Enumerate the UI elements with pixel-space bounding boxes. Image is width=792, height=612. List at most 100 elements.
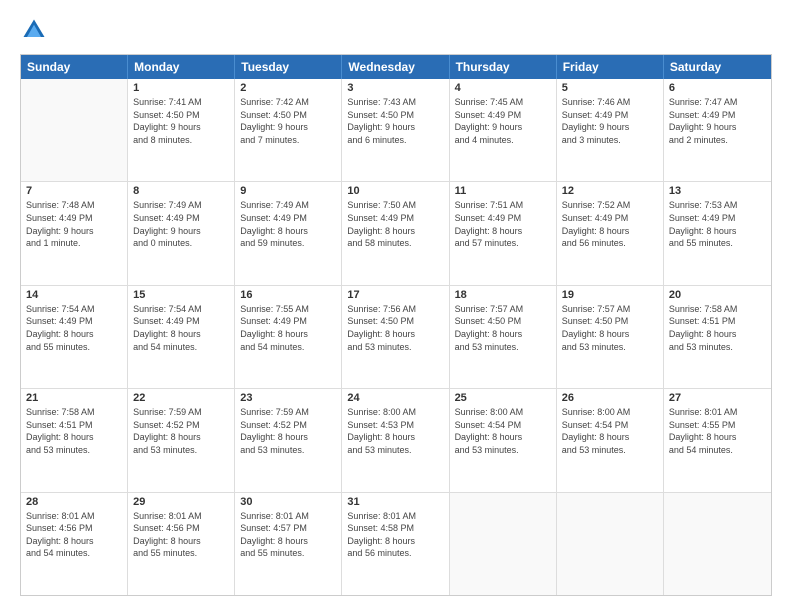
day-number: 18	[455, 289, 551, 301]
day-details: Sunrise: 7:48 AMSunset: 4:49 PMDaylight:…	[26, 199, 122, 249]
day-details: Sunrise: 7:54 AMSunset: 4:49 PMDaylight:…	[26, 303, 122, 353]
calendar-cell: 28Sunrise: 8:01 AMSunset: 4:56 PMDayligh…	[21, 493, 128, 595]
day-number: 4	[455, 82, 551, 94]
calendar-cell: 21 Sunrise: 7:58 AMSunset: 4:51 PMDayligh…	[21, 389, 128, 491]
day-details: Sunrise: 7:50 AMSunset: 4:49 PMDaylight:…	[347, 199, 443, 249]
day-number: 12	[562, 185, 658, 197]
day-number: 1	[133, 82, 229, 94]
calendar: SundayMondayTuesdayWednesdayThursdayFrid…	[20, 54, 772, 596]
calendar-row: 7 Sunrise: 7:48 AMSunset: 4:49 PMDaylight…	[21, 182, 771, 285]
calendar-cell: 14 Sunrise: 7:54 AMSunset: 4:49 PMDayligh…	[21, 286, 128, 388]
day-number: 31	[347, 496, 443, 508]
day-number: 3	[347, 82, 443, 94]
calendar-cell: 31 Sunrise: 8:01 AMSunset: 4:58 PMDayligh…	[342, 493, 449, 595]
day-number: 24	[347, 392, 443, 404]
day-details: Sunrise: 7:57 AMSunset: 4:50 PMDaylight:…	[562, 303, 658, 353]
day-number: 22	[133, 392, 229, 404]
day-details: Sunrise: 7:49 AMSunset: 4:49 PMDaylight:…	[133, 199, 229, 249]
day-number: 17	[347, 289, 443, 301]
day-details: Sunrise: 7:49 AMSunset: 4:49 PMDaylight:…	[240, 199, 336, 249]
day-number: 5	[562, 82, 658, 94]
calendar-cell	[21, 79, 128, 181]
calendar-cell: 30Sunrise: 8:01 AMSunset: 4:57 PMDayligh…	[235, 493, 342, 595]
calendar-cell: 10Sunrise: 7:50 AMSunset: 4:49 PMDayligh…	[342, 182, 449, 284]
calendar-header: SundayMondayTuesdayWednesdayThursdayFrid…	[21, 55, 771, 79]
calendar-cell: 1 Sunrise: 7:41 AMSunset: 4:50 PMDaylight…	[128, 79, 235, 181]
day-details: Sunrise: 8:01 AMSunset: 4:58 PMDaylight:…	[347, 510, 443, 560]
calendar-cell: 16 Sunrise: 7:55 AMSunset: 4:49 PMDayligh…	[235, 286, 342, 388]
calendar-cell: 8 Sunrise: 7:49 AMSunset: 4:49 PMDaylight…	[128, 182, 235, 284]
day-details: Sunrise: 7:58 AMSunset: 4:51 PMDaylight:…	[669, 303, 766, 353]
day-number: 23	[240, 392, 336, 404]
calendar-cell: 24 Sunrise: 8:00 AMSunset: 4:53 PMDayligh…	[342, 389, 449, 491]
calendar-header-day: Sunday	[21, 55, 128, 79]
day-details: Sunrise: 8:01 AMSunset: 4:55 PMDaylight:…	[669, 406, 766, 456]
day-details: Sunrise: 7:57 AMSunset: 4:50 PMDaylight:…	[455, 303, 551, 353]
day-details: Sunrise: 8:00 AMSunset: 4:54 PMDaylight:…	[455, 406, 551, 456]
day-number: 8	[133, 185, 229, 197]
day-number: 16	[240, 289, 336, 301]
logo	[20, 16, 52, 44]
day-details: Sunrise: 7:59 AMSunset: 4:52 PMDaylight:…	[133, 406, 229, 456]
calendar-cell: 18 Sunrise: 7:57 AMSunset: 4:50 PMDayligh…	[450, 286, 557, 388]
calendar-cell: 9 Sunrise: 7:49 AMSunset: 4:49 PMDaylight…	[235, 182, 342, 284]
day-details: Sunrise: 7:45 AMSunset: 4:49 PMDaylight:…	[455, 96, 551, 146]
day-number: 26	[562, 392, 658, 404]
day-number: 29	[133, 496, 229, 508]
day-details: Sunrise: 7:51 AMSunset: 4:49 PMDaylight:…	[455, 199, 551, 249]
day-details: Sunrise: 7:59 AMSunset: 4:52 PMDaylight:…	[240, 406, 336, 456]
day-number: 2	[240, 82, 336, 94]
calendar-cell: 23 Sunrise: 7:59 AMSunset: 4:52 PMDayligh…	[235, 389, 342, 491]
day-details: Sunrise: 7:42 AMSunset: 4:50 PMDaylight:…	[240, 96, 336, 146]
calendar-header-day: Thursday	[450, 55, 557, 79]
day-details: Sunrise: 7:58 AMSunset: 4:51 PMDaylight:…	[26, 406, 122, 456]
day-details: Sunrise: 7:46 AMSunset: 4:49 PMDaylight:…	[562, 96, 658, 146]
calendar-cell: 17 Sunrise: 7:56 AMSunset: 4:50 PMDayligh…	[342, 286, 449, 388]
logo-icon	[20, 16, 48, 44]
calendar-header-day: Friday	[557, 55, 664, 79]
day-number: 7	[26, 185, 122, 197]
calendar-cell: 5 Sunrise: 7:46 AMSunset: 4:49 PMDaylight…	[557, 79, 664, 181]
calendar-header-day: Monday	[128, 55, 235, 79]
day-details: Sunrise: 7:56 AMSunset: 4:50 PMDaylight:…	[347, 303, 443, 353]
day-details: Sunrise: 8:00 AMSunset: 4:53 PMDaylight:…	[347, 406, 443, 456]
day-details: Sunrise: 7:43 AMSunset: 4:50 PMDaylight:…	[347, 96, 443, 146]
calendar-body: 1 Sunrise: 7:41 AMSunset: 4:50 PMDaylight…	[21, 79, 771, 595]
calendar-cell: 26 Sunrise: 8:00 AMSunset: 4:54 PMDayligh…	[557, 389, 664, 491]
calendar-cell: 12 Sunrise: 7:52 AMSunset: 4:49 PMDayligh…	[557, 182, 664, 284]
day-number: 27	[669, 392, 766, 404]
day-number: 11	[455, 185, 551, 197]
day-details: Sunrise: 7:47 AMSunset: 4:49 PMDaylight:…	[669, 96, 766, 146]
day-details: Sunrise: 8:00 AMSunset: 4:54 PMDaylight:…	[562, 406, 658, 456]
day-details: Sunrise: 7:41 AMSunset: 4:50 PMDaylight:…	[133, 96, 229, 146]
calendar-row: 28Sunrise: 8:01 AMSunset: 4:56 PMDayligh…	[21, 493, 771, 595]
calendar-cell	[664, 493, 771, 595]
day-number: 14	[26, 289, 122, 301]
calendar-cell: 2 Sunrise: 7:42 AMSunset: 4:50 PMDaylight…	[235, 79, 342, 181]
calendar-cell	[557, 493, 664, 595]
page: SundayMondayTuesdayWednesdayThursdayFrid…	[0, 0, 792, 612]
calendar-header-day: Tuesday	[235, 55, 342, 79]
day-number: 25	[455, 392, 551, 404]
calendar-cell: 29Sunrise: 8:01 AMSunset: 4:56 PMDayligh…	[128, 493, 235, 595]
calendar-cell: 27 Sunrise: 8:01 AMSunset: 4:55 PMDayligh…	[664, 389, 771, 491]
day-details: Sunrise: 7:53 AMSunset: 4:49 PMDaylight:…	[669, 199, 766, 249]
day-number: 9	[240, 185, 336, 197]
calendar-cell: 22 Sunrise: 7:59 AMSunset: 4:52 PMDayligh…	[128, 389, 235, 491]
day-number: 15	[133, 289, 229, 301]
calendar-cell: 20Sunrise: 7:58 AMSunset: 4:51 PMDayligh…	[664, 286, 771, 388]
day-number: 6	[669, 82, 766, 94]
calendar-cell: 19 Sunrise: 7:57 AMSunset: 4:50 PMDayligh…	[557, 286, 664, 388]
calendar-header-day: Saturday	[664, 55, 771, 79]
day-details: Sunrise: 8:01 AMSunset: 4:57 PMDaylight:…	[240, 510, 336, 560]
calendar-cell: 4 Sunrise: 7:45 AMSunset: 4:49 PMDaylight…	[450, 79, 557, 181]
day-details: Sunrise: 7:55 AMSunset: 4:49 PMDaylight:…	[240, 303, 336, 353]
day-number: 28	[26, 496, 122, 508]
day-details: Sunrise: 7:52 AMSunset: 4:49 PMDaylight:…	[562, 199, 658, 249]
day-number: 21	[26, 392, 122, 404]
calendar-cell: 25 Sunrise: 8:00 AMSunset: 4:54 PMDayligh…	[450, 389, 557, 491]
day-number: 19	[562, 289, 658, 301]
calendar-cell: 15Sunrise: 7:54 AMSunset: 4:49 PMDayligh…	[128, 286, 235, 388]
calendar-header-day: Wednesday	[342, 55, 449, 79]
calendar-row: 14 Sunrise: 7:54 AMSunset: 4:49 PMDayligh…	[21, 286, 771, 389]
